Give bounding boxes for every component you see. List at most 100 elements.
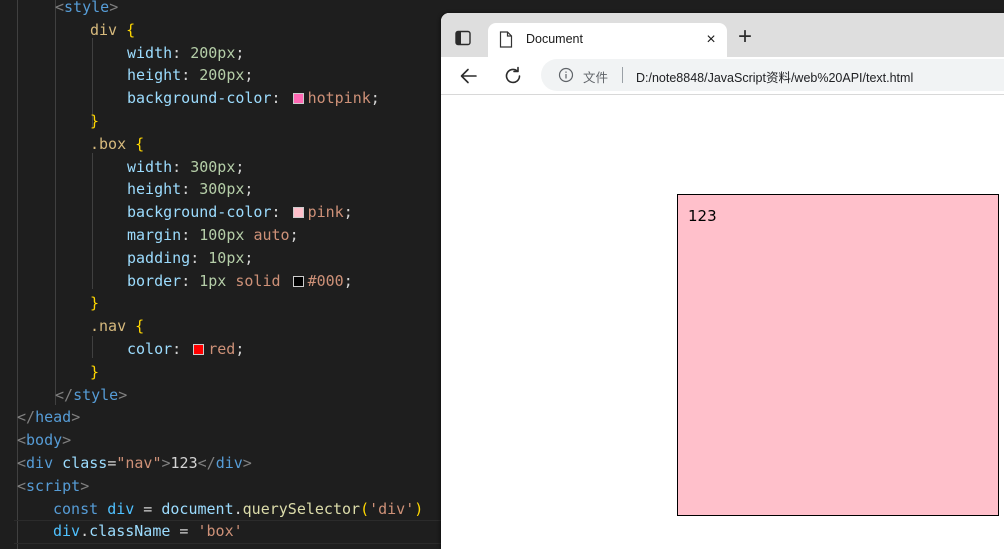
token: <	[55, 0, 65, 16]
code-line-10[interactable]: background-color: pink;	[127, 201, 353, 224]
token: background-color	[127, 203, 272, 222]
token: (	[360, 499, 370, 518]
code-line-11[interactable]: margin: 100px auto;	[127, 224, 299, 247]
token: style	[73, 385, 119, 404]
code-line-16[interactable]: color: red;	[127, 338, 244, 361]
token: "nav"	[116, 454, 162, 472]
token: >	[80, 476, 90, 495]
token: body	[26, 431, 63, 450]
token: :	[172, 340, 191, 358]
code-editor[interactable]: <style> div { width: 200px; height: 200p…	[0, 0, 442, 549]
indent-guide	[55, 0, 56, 405]
token: #000	[307, 271, 344, 290]
token: {	[126, 20, 136, 39]
box-text: 123	[688, 207, 717, 225]
code-line-21[interactable]: <div class="nav">123</div>	[17, 452, 252, 475]
code-line-7[interactable]: .box {	[90, 133, 144, 156]
code-line-22[interactable]: <script>	[17, 475, 89, 498]
code-line-18[interactable]: </style>	[55, 384, 127, 407]
code-line-4[interactable]: height: 200px;	[127, 64, 253, 87]
back-button[interactable]	[458, 65, 480, 87]
code-line-15[interactable]: .nav {	[90, 315, 144, 338]
token: 200px	[190, 43, 236, 62]
token: 1px	[199, 271, 227, 290]
token: div	[53, 522, 81, 541]
code-line-24[interactable]: div.className = 'box'	[53, 520, 243, 543]
page-viewport: 123	[441, 95, 1004, 549]
code-line-5[interactable]: background-color: hotpink;	[127, 87, 380, 110]
code-line-14[interactable]: }	[90, 292, 99, 315]
token: div	[26, 454, 54, 472]
token: :	[181, 271, 200, 290]
token: 300px	[199, 180, 245, 199]
code-line-23[interactable]: const div = document.querySelector('div'…	[53, 498, 423, 521]
token: div	[90, 20, 118, 39]
code-line-8[interactable]: width: 300px;	[127, 156, 244, 179]
close-icon[interactable]: ×	[702, 31, 720, 49]
token: </	[17, 408, 36, 427]
info-icon[interactable]	[558, 67, 574, 83]
code-line-20[interactable]: <body>	[17, 429, 71, 452]
token: >	[62, 431, 72, 450]
token: pink	[307, 203, 344, 222]
token: =	[134, 499, 162, 518]
tab-title: Document	[526, 32, 583, 46]
color-swatch-red[interactable]	[193, 344, 205, 355]
token: height	[127, 180, 182, 199]
token: margin	[127, 226, 182, 244]
token: >	[161, 454, 171, 472]
token: >	[118, 385, 128, 404]
site-info-label[interactable]: 文件	[583, 67, 608, 86]
reload-button[interactable]	[502, 65, 524, 87]
url-text[interactable]: D:/note8848/JavaScript资料/web%20API/text.…	[636, 67, 913, 86]
token: class	[62, 454, 108, 472]
token: :	[172, 43, 191, 62]
token: :	[271, 203, 290, 222]
token: .box	[90, 134, 127, 153]
indent-guide	[92, 153, 93, 289]
color-swatch-hotpink[interactable]	[292, 93, 304, 105]
code-line-3[interactable]: width: 200px;	[127, 42, 244, 65]
code-line-2[interactable]: div {	[90, 19, 135, 42]
token: 300px	[190, 157, 236, 176]
code-line-13[interactable]: border: 1px solid #000;	[127, 270, 353, 293]
token: auto	[253, 226, 290, 244]
token: ;	[235, 157, 245, 176]
tab-document[interactable]: Document ×	[488, 23, 727, 57]
color-swatch-black[interactable]	[292, 275, 304, 287]
new-tab-button[interactable]: +	[734, 25, 756, 49]
token: width	[127, 43, 173, 62]
token: >	[71, 408, 81, 427]
code-line-6[interactable]: }	[90, 110, 99, 133]
color-swatch-pink[interactable]	[292, 207, 304, 219]
token: )	[414, 499, 424, 518]
box-div: 123	[677, 194, 999, 516]
token: ;	[244, 180, 254, 199]
code-line-9[interactable]: height: 300px;	[127, 178, 253, 201]
token: }	[90, 294, 100, 313]
code-line-19[interactable]: </head>	[17, 406, 80, 429]
token: <	[17, 431, 27, 450]
tab-actions-icon[interactable]	[453, 28, 473, 48]
token: </	[197, 454, 216, 472]
token: className	[89, 522, 171, 541]
token: hotpink	[307, 89, 371, 108]
token: red	[208, 340, 236, 358]
token: 200px	[199, 66, 245, 85]
token: =	[170, 522, 198, 541]
token: background-color	[127, 89, 272, 108]
address-bar[interactable]: 文件 D:/note8848/JavaScript资料/web%20API/te…	[541, 59, 1004, 91]
code-line-12[interactable]: padding: 10px;	[127, 247, 253, 270]
token: {	[135, 134, 145, 153]
arrow-left-icon	[460, 68, 477, 84]
token: 10px	[208, 248, 245, 267]
token: >	[242, 454, 252, 472]
token: ;	[244, 66, 254, 85]
token: .	[80, 522, 90, 541]
code-line-1[interactable]: <style>	[55, 0, 118, 19]
token: height	[127, 66, 182, 85]
address-separator	[622, 67, 623, 83]
token: .nav	[90, 317, 127, 336]
token: 'div'	[369, 499, 415, 518]
code-line-17[interactable]: }	[90, 361, 99, 384]
